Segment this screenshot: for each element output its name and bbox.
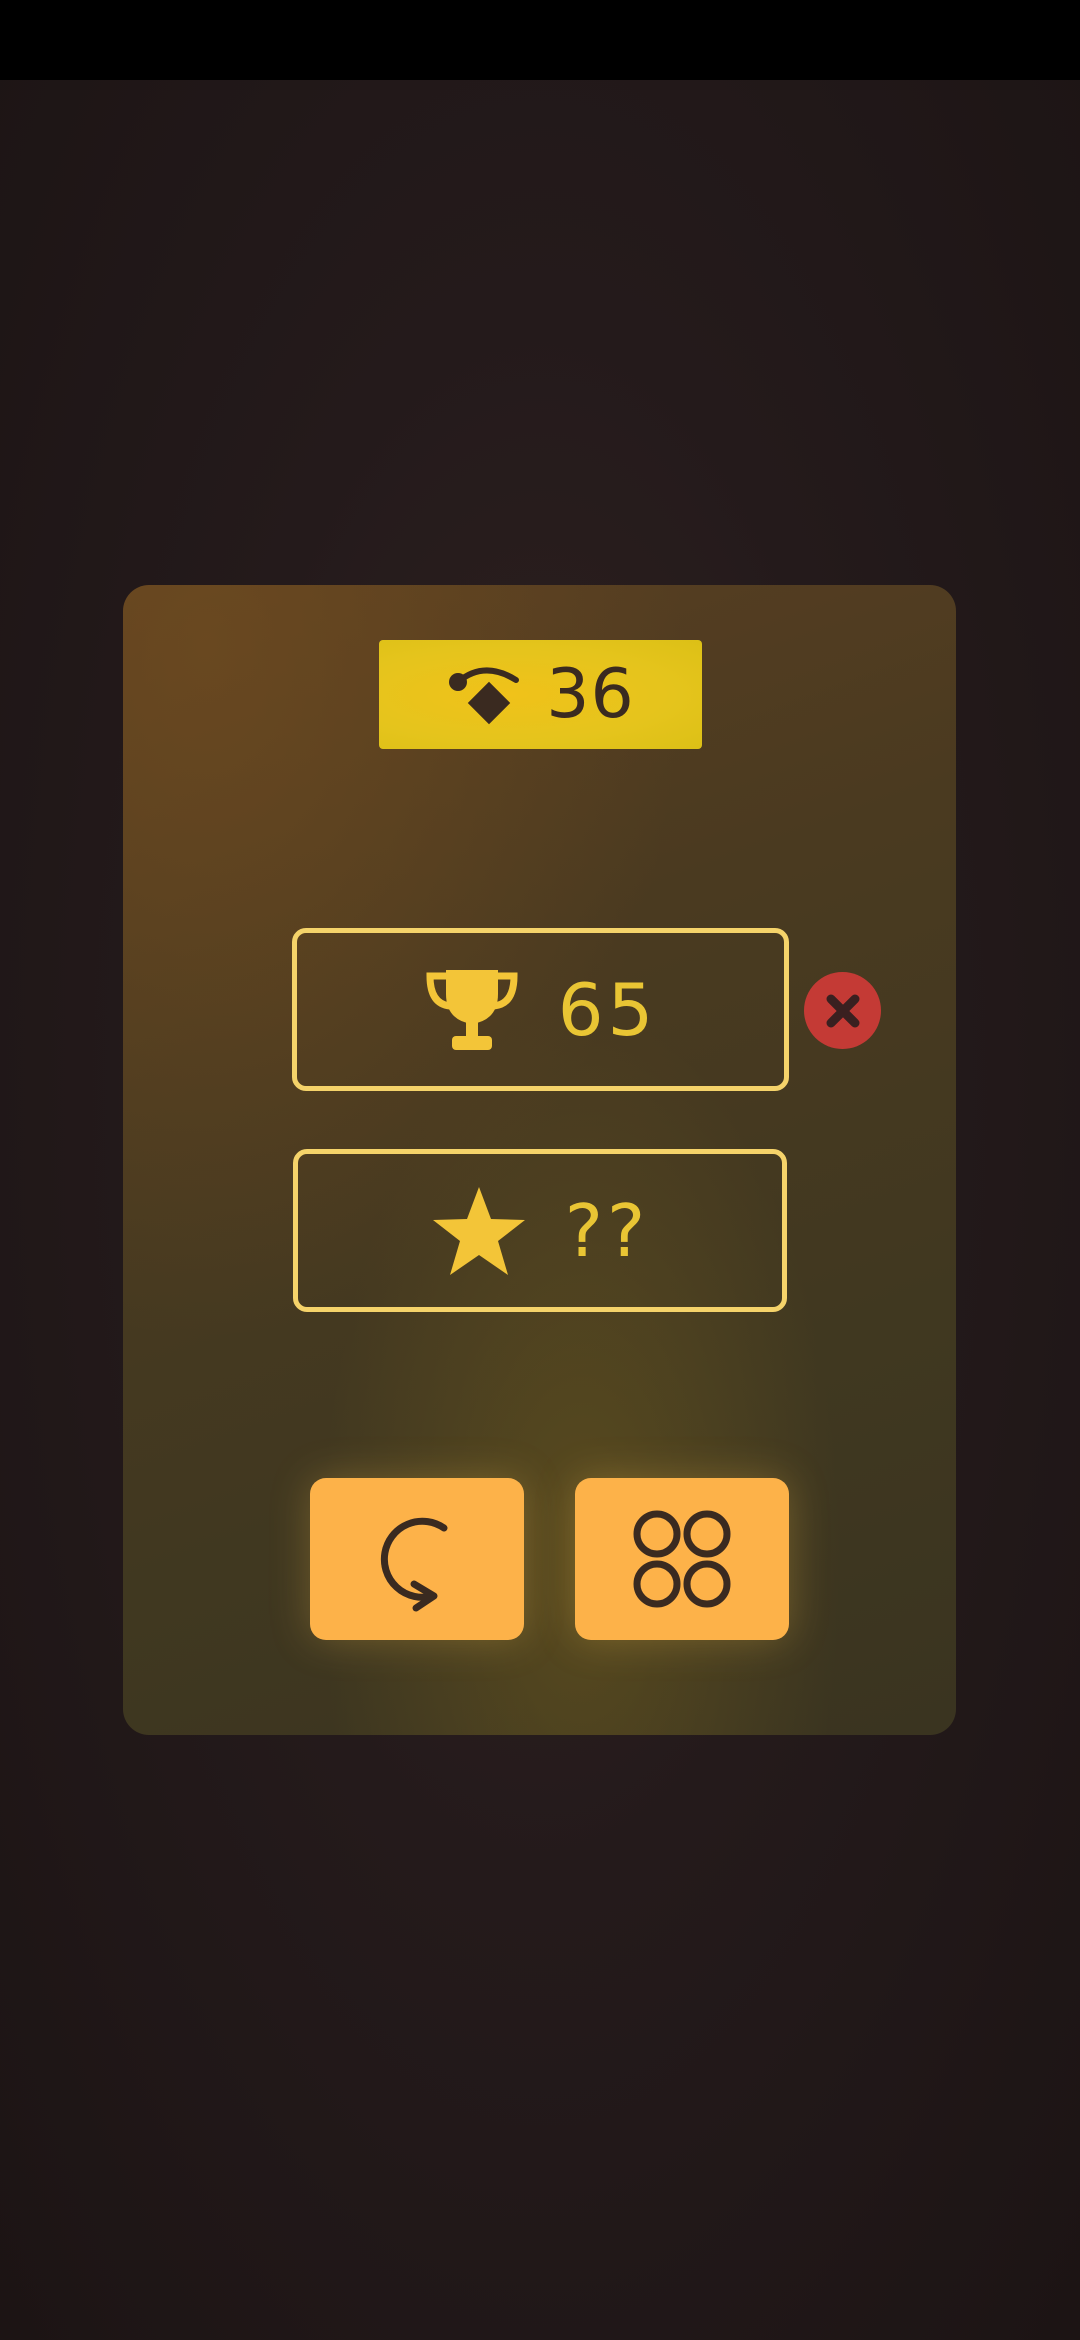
levels-grid-icon	[633, 1510, 731, 1608]
target-score-value: ??	[564, 1188, 650, 1273]
target-score-box: ??	[293, 1149, 787, 1312]
best-score-value: 65	[557, 967, 658, 1052]
trophy-icon	[426, 969, 518, 1050]
moves-value: 36	[546, 655, 635, 734]
swap-move-icon	[449, 667, 520, 724]
levels-button[interactable]	[575, 1478, 789, 1640]
restart-button[interactable]	[310, 1478, 524, 1640]
close-icon	[826, 994, 859, 1027]
star-icon	[432, 1186, 525, 1275]
moves-counter: 36	[379, 640, 702, 749]
reset-best-button[interactable]	[804, 972, 881, 1049]
best-score-box: 65	[292, 928, 789, 1091]
restart-icon	[380, 1517, 448, 1612]
status-bar	[0, 0, 1080, 80]
